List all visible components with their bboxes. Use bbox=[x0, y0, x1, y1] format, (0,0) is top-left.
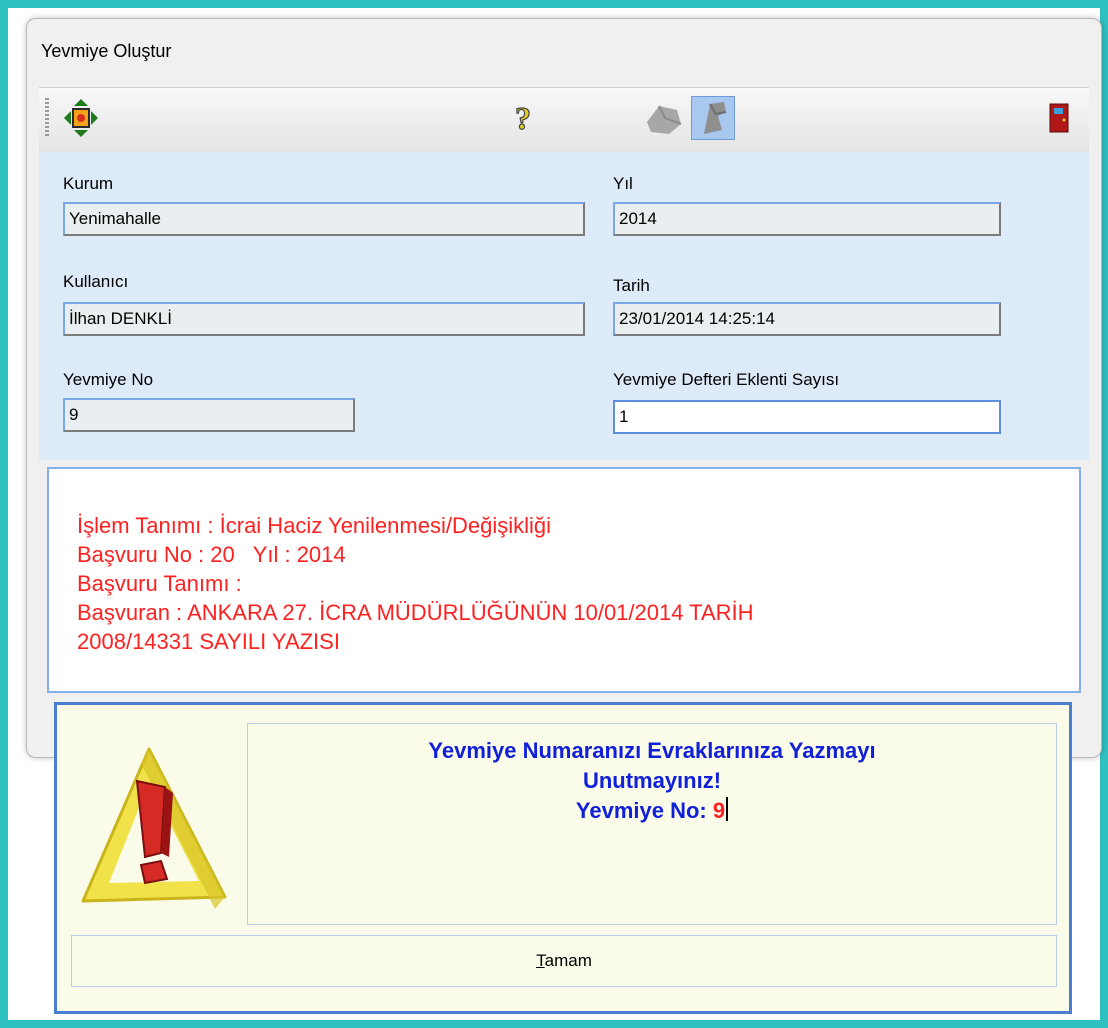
kullanici-field[interactable]: İlhan DENKLİ bbox=[63, 302, 585, 336]
kurum-field[interactable]: Yenimahalle bbox=[63, 202, 585, 236]
ok-button[interactable]: Tamam bbox=[71, 935, 1057, 987]
navigate-icon[interactable] bbox=[59, 96, 103, 140]
toolbar: ? bbox=[39, 87, 1089, 153]
help-icon[interactable]: ? bbox=[501, 96, 545, 140]
selected-tool-icon[interactable] bbox=[691, 96, 735, 140]
ok-mnemonic: T bbox=[536, 951, 545, 970]
description-panel: İşlem Tanımı : İcrai Haciz Yenilenmesi/D… bbox=[47, 467, 1081, 693]
basvuru-tanimi-text: Başvuru Tanımı : bbox=[77, 571, 242, 596]
form-area: Kurum Yenimahalle Yıl 2014 Kullanıcı İlh… bbox=[39, 152, 1089, 460]
yevmiye-no-label: Yevmiye No bbox=[63, 370, 154, 389]
message-number: 9 bbox=[712, 798, 726, 823]
basvuru-no-text: Başvuru No : 20 Yıl : 2014 bbox=[77, 542, 346, 567]
text-caret bbox=[726, 797, 729, 821]
basvuran-text-cont: 2008/14331 SAYILI YAZISI bbox=[77, 629, 340, 654]
message-line-3: Yevmiye No: 9 bbox=[248, 796, 1056, 826]
warning-icon bbox=[75, 741, 235, 917]
tarih-label: Tarih bbox=[613, 276, 650, 295]
exit-door-icon[interactable] bbox=[1037, 96, 1081, 140]
yil-label: Yıl bbox=[613, 174, 633, 193]
toolbar-grip[interactable] bbox=[45, 98, 49, 138]
message-box: Yevmiye Numaranızı Evraklarınıza Yazmayı… bbox=[247, 723, 1057, 925]
yil-field[interactable]: 2014 bbox=[613, 202, 1001, 236]
svg-text:?: ? bbox=[515, 101, 531, 135]
message-line-1: Yevmiye Numaranızı Evraklarınıza Yazmayı bbox=[428, 738, 876, 763]
yevmiye-no-field[interactable]: 9 bbox=[63, 398, 355, 432]
kullanici-label: Kullanıcı bbox=[63, 272, 129, 291]
eklenti-label: Yevmiye Defteri Eklenti Sayısı bbox=[613, 370, 840, 389]
eklenti-input[interactable]: 1 bbox=[613, 400, 1001, 434]
window-title: Yevmiye Oluştur bbox=[41, 41, 172, 61]
reminder-dialog: Yevmiye Numaranızı Evraklarınıza Yazmayı… bbox=[54, 702, 1072, 1014]
tarih-field[interactable]: 23/01/2014 14:25:14 bbox=[613, 302, 1001, 336]
message-line-2: Unutmayınız! bbox=[582, 768, 722, 793]
kurum-label: Kurum bbox=[63, 174, 114, 193]
basvuran-text: Başvuran : ANKARA 27. İCRA MÜDÜRLÜĞÜNÜN … bbox=[77, 600, 754, 625]
disabled-tool-icon bbox=[641, 96, 685, 140]
ok-label-rest: amam bbox=[544, 951, 592, 970]
islem-tanimi-text: İşlem Tanımı : İcrai Haciz Yenilenmesi/D… bbox=[77, 513, 551, 538]
yevmiye-window: Yevmiye Oluştur ? Kurum Yenimahalle Yıl … bbox=[26, 18, 1102, 758]
message-prefix: Yevmiye No: bbox=[575, 798, 713, 823]
